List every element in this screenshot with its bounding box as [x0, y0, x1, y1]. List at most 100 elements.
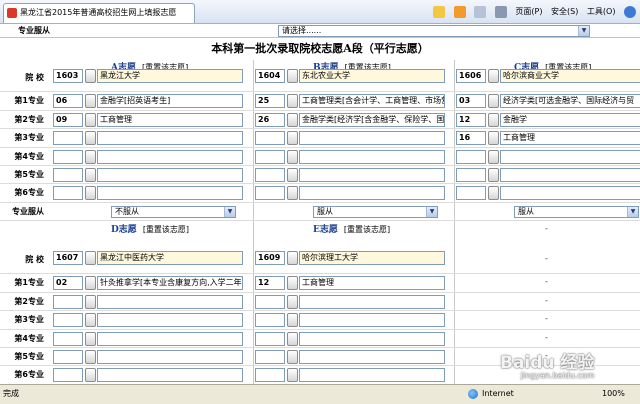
lookup-button[interactable]	[85, 149, 96, 164]
major-code-input[interactable]: 12	[456, 112, 486, 127]
print-icon[interactable]	[494, 5, 507, 18]
major-code-input[interactable]	[456, 149, 486, 164]
school-name-field: 黑龙江大学	[97, 69, 243, 83]
major-code-input[interactable]	[53, 313, 83, 328]
lookup-button[interactable]	[287, 276, 298, 291]
major-code-input[interactable]	[53, 186, 83, 201]
lookup-button[interactable]	[85, 368, 96, 383]
safety-menu[interactable]: 安全(S)	[551, 4, 578, 20]
lookup-button[interactable]	[488, 168, 499, 182]
chevron-down-icon[interactable]: ▼	[224, 206, 235, 217]
spec-select[interactable]: 请选择...... ▼	[278, 25, 590, 37]
major-code-input[interactable]	[255, 294, 285, 309]
major-code-input[interactable]	[255, 186, 285, 201]
chevron-down-icon[interactable]: ▼	[578, 26, 589, 36]
major-name-field: 工商管理	[299, 276, 445, 291]
major-code-input[interactable]	[255, 149, 285, 164]
major-code-input[interactable]	[53, 350, 83, 364]
major-code-input[interactable]: 06	[53, 94, 83, 109]
major-code-input[interactable]	[255, 368, 285, 383]
major-code-input[interactable]: 12	[255, 276, 285, 291]
lookup-button[interactable]	[287, 331, 298, 346]
major-code-input[interactable]	[255, 131, 285, 146]
browser-tab[interactable]: 黑龙江省2015年普通高校招生网上填报志愿	[3, 3, 195, 23]
school-name-field: 哈尔滨理工大学	[299, 251, 445, 265]
lookup-button[interactable]	[85, 168, 96, 182]
school-code-input[interactable]: 1603	[53, 69, 83, 83]
lookup-button[interactable]	[488, 69, 499, 83]
lookup-button[interactable]	[287, 313, 298, 328]
lookup-button[interactable]	[287, 186, 298, 201]
lookup-button[interactable]	[85, 350, 96, 364]
school-name-field: 哈尔滨商业大学	[500, 69, 640, 83]
lookup-button[interactable]	[85, 313, 96, 328]
lookup-button[interactable]	[85, 294, 96, 309]
feeds-icon[interactable]	[453, 5, 466, 18]
lookup-button[interactable]	[85, 186, 96, 201]
major-code-input[interactable]: 03	[456, 94, 486, 109]
school-code-input[interactable]: 1604	[255, 69, 285, 83]
lookup-button[interactable]	[287, 149, 298, 164]
lookup-button[interactable]	[488, 186, 499, 201]
lookup-button[interactable]	[488, 94, 499, 109]
lookup-button[interactable]	[287, 168, 298, 182]
row-label-school: 院 校	[25, 73, 44, 82]
lookup-button[interactable]	[287, 69, 298, 83]
row-divider	[0, 128, 640, 130]
major-code-input[interactable]	[255, 313, 285, 328]
school-code-input[interactable]: 1607	[53, 251, 83, 265]
reset-choice-link[interactable]: [重置该志愿]	[344, 225, 390, 234]
major-code-input[interactable]	[255, 331, 285, 346]
globe-icon	[468, 389, 478, 399]
major-code-input[interactable]	[255, 168, 285, 182]
major-code-input[interactable]	[53, 149, 83, 164]
lookup-button[interactable]	[287, 294, 298, 309]
chevron-down-icon[interactable]: ▼	[426, 206, 437, 217]
major-name-field	[500, 168, 640, 182]
school-code-input[interactable]: 1609	[255, 251, 285, 265]
lookup-button[interactable]	[85, 94, 96, 109]
major-code-input[interactable]: 09	[53, 112, 83, 127]
major-code-input[interactable]: 26	[255, 112, 285, 127]
tools-menu[interactable]: 工具(O)	[587, 4, 616, 20]
lookup-button[interactable]	[488, 131, 499, 146]
lookup-button[interactable]	[85, 69, 96, 83]
reset-choice-link[interactable]: [重置该志愿]	[143, 225, 189, 234]
major-obey-select[interactable]: 服从 ▼	[313, 205, 438, 218]
lookup-button[interactable]	[85, 331, 96, 346]
chevron-down-icon[interactable]: ▼	[627, 206, 638, 217]
major-code-input[interactable]	[53, 331, 83, 346]
lookup-button[interactable]	[287, 112, 298, 127]
major-code-input[interactable]: 25	[255, 94, 285, 109]
lookup-button[interactable]	[287, 94, 298, 109]
major-code-input[interactable]	[53, 294, 83, 309]
major-code-input[interactable]	[53, 131, 83, 146]
major-code-input[interactable]	[255, 350, 285, 364]
major-code-input[interactable]	[53, 168, 83, 182]
lookup-button[interactable]	[85, 251, 96, 265]
major-code-input[interactable]	[456, 168, 486, 182]
mail-icon[interactable]	[474, 5, 487, 18]
home-icon[interactable]	[433, 5, 446, 18]
major-code-input[interactable]	[53, 368, 83, 383]
major-code-input[interactable]: 16	[456, 131, 486, 146]
zoom-level[interactable]: 100%	[602, 385, 625, 403]
help-icon[interactable]	[624, 5, 636, 18]
major-code-input[interactable]	[456, 186, 486, 201]
school-code-input[interactable]: 1606	[456, 69, 486, 83]
lookup-button[interactable]	[85, 276, 96, 291]
lookup-button[interactable]	[488, 112, 499, 127]
lookup-button[interactable]	[488, 149, 499, 164]
major-obey-select[interactable]: 服从 ▼	[514, 205, 639, 218]
page-menu[interactable]: 页面(P)	[515, 4, 542, 20]
major-code-input[interactable]: 02	[53, 276, 83, 291]
lookup-button[interactable]	[287, 368, 298, 383]
lookup-button[interactable]	[287, 131, 298, 146]
lookup-button[interactable]	[85, 131, 96, 146]
lookup-button[interactable]	[287, 350, 298, 364]
major-obey-select[interactable]: 不服从 ▼	[111, 205, 236, 218]
row-divider	[0, 165, 640, 166]
lookup-button[interactable]	[85, 112, 96, 127]
major-name-field	[299, 186, 445, 201]
lookup-button[interactable]	[287, 251, 298, 265]
